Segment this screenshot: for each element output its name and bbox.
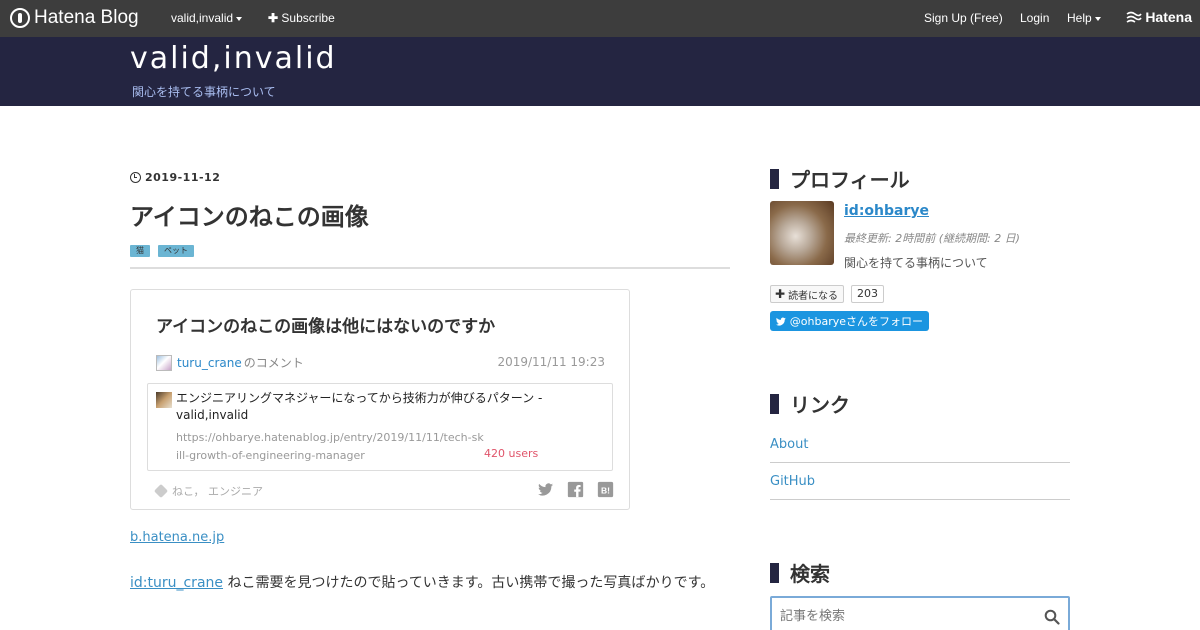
hatena-link[interactable]: Hatena xyxy=(1126,9,1192,25)
linked-entry-url: https://ohbarye.hatenablog.jp/entry/2019… xyxy=(176,431,484,462)
subscribe-reader-label: 読者になる xyxy=(788,290,839,302)
tag-icon xyxy=(153,483,169,499)
links-heading-text: リンク xyxy=(790,393,850,417)
facebook-icon[interactable] xyxy=(567,481,584,498)
twitter-follow-label: @ohbaryeさんをフォロー xyxy=(789,315,923,328)
search-form xyxy=(770,596,1070,630)
help-dropdown[interactable]: Help xyxy=(1067,11,1101,25)
global-header: Hatena Blog valid,invalid ✚ Subscribe Si… xyxy=(0,0,1200,37)
site-favicon xyxy=(156,392,172,408)
profile-heading: プロフィール xyxy=(770,164,910,193)
blog-header: valid,invalid 関心を持てる事柄について xyxy=(0,37,1200,106)
hatena-logo-icon xyxy=(10,8,30,28)
hatena-blog-logo[interactable]: Hatena Blog xyxy=(10,7,139,29)
bookmark-comment-text: アイコンのねこの画像は他にはないのですか xyxy=(156,317,496,337)
twitter-icon[interactable] xyxy=(537,481,554,498)
links-heading: リンク xyxy=(770,389,850,418)
blog-description: 関心を持てる事柄について xyxy=(132,85,276,99)
search-input[interactable] xyxy=(780,606,1040,626)
sidebar-link-about[interactable]: About xyxy=(770,426,1070,463)
entry-title[interactable]: アイコンのねこの画像 xyxy=(130,197,369,232)
category-label[interactable]: 猫 xyxy=(130,245,150,257)
subscribe-link[interactable]: ✚ Subscribe xyxy=(268,11,335,25)
blog-title[interactable]: valid,invalid xyxy=(130,41,337,76)
search-heading: 検索 xyxy=(770,558,830,587)
entry-body-text: id:turu_crane ねこ需要を見つけたので貼っていきます。古い携帯で撮っ… xyxy=(130,568,730,598)
entry-body-content: ねこ需要を見つけたので貼っていきます。古い携帯で撮った写真ばかりです。 xyxy=(223,575,715,591)
user-mention-link[interactable]: id:turu_crane xyxy=(130,575,223,591)
plus-icon: ✚ xyxy=(268,11,279,25)
twitter-follow-button[interactable]: @ohbaryeさんをフォロー xyxy=(770,311,929,331)
blog-menu-dropdown[interactable]: valid,invalid xyxy=(171,11,243,25)
bookmark-user: turu_crane のコメント xyxy=(156,354,304,371)
twitter-icon xyxy=(776,317,786,326)
share-buttons: B! xyxy=(537,481,614,498)
profile-id-link[interactable]: id:ohbarye xyxy=(844,203,929,219)
entry-date[interactable]: 2019-11-12 xyxy=(130,171,220,184)
bookmark-user-suffix: のコメント xyxy=(243,356,304,370)
bookmark-users-count[interactable]: 420 users xyxy=(484,447,538,460)
subscribe-label: Subscribe xyxy=(281,11,335,25)
blog-menu-label: valid,invalid xyxy=(171,11,234,25)
entry-date-text: 2019-11-12 xyxy=(145,171,221,184)
linked-entry-card[interactable]: エンジニアリングマネジャーになってから技術力が伸びるパターン - valid,i… xyxy=(147,383,613,471)
search-heading-text: 検索 xyxy=(790,562,830,586)
sidebar-link-github[interactable]: GitHub xyxy=(770,463,1070,500)
linked-entry-title[interactable]: エンジニアリングマネジャーになってから技術力が伸びるパターン - valid,i… xyxy=(176,390,606,424)
bookmark-tags-text: ねこ， エンジニア xyxy=(172,485,263,498)
hatena-label: Hatena xyxy=(1145,9,1192,25)
hatena-bookmark-icon[interactable]: B! xyxy=(597,481,614,498)
clock-icon xyxy=(130,172,141,183)
profile-last-updated: 最終更新: 2時間前 (継続期間: 2 日) xyxy=(844,232,1020,245)
category-label[interactable]: ペット xyxy=(158,245,194,257)
bookmark-comment-card: アイコンのねこの画像は他にはないのですか turu_crane のコメント 20… xyxy=(130,289,630,510)
bookmark-username[interactable]: turu_crane xyxy=(177,356,242,370)
avatar[interactable] xyxy=(770,201,834,265)
plus-icon: ✚ xyxy=(775,287,786,301)
signup-link[interactable]: Sign Up (Free) xyxy=(924,11,1003,25)
chevron-down-icon xyxy=(236,16,243,21)
hatena-wave-icon xyxy=(1126,11,1142,23)
subscribe-reader-button[interactable]: ✚ 読者になる xyxy=(770,285,845,303)
chevron-down-icon xyxy=(1094,16,1101,21)
svg-text:B!: B! xyxy=(601,485,610,495)
profile-heading-text: プロフィール xyxy=(790,168,910,192)
heading-bar xyxy=(770,168,779,189)
profile-description: 関心を持てる事柄について xyxy=(844,256,988,270)
bookmark-tags: ねこ， エンジニア xyxy=(153,483,263,499)
help-label: Help xyxy=(1067,11,1092,25)
heading-bar xyxy=(770,562,779,583)
subscriber-count: 203 xyxy=(851,285,884,303)
login-link[interactable]: Login xyxy=(1020,11,1049,25)
search-icon[interactable] xyxy=(1044,609,1060,625)
entry-divider xyxy=(130,267,730,269)
heading-bar xyxy=(770,393,779,414)
bookmark-datetime[interactable]: 2019/11/11 19:23 xyxy=(497,355,605,369)
bookmark-source-link[interactable]: b.hatena.ne.jp xyxy=(130,530,224,545)
hatena-blog-logo-text: Hatena Blog xyxy=(34,7,139,28)
avatar xyxy=(156,354,172,371)
